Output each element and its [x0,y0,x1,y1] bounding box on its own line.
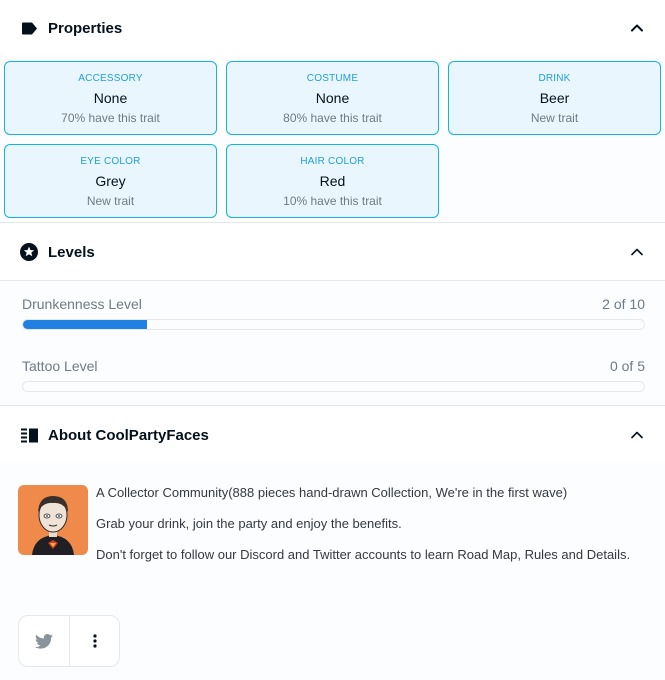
level-row-drunkenness: Drunkenness Level 2 of 10 [22,296,645,336]
property-card-costume[interactable]: COSTUME None 80% have this trait [226,61,439,135]
level-label: Drunkenness Level [22,296,142,312]
about-description: A Collector Community(888 pieces hand-dr… [96,483,636,576]
property-rarity: 70% have this trait [61,111,160,125]
levels-panel: Drunkenness Level 2 of 10 Tattoo Level 0… [0,281,665,406]
levels-title: Levels [48,243,95,261]
about-title: About CoolPartyFaces [48,426,209,444]
chevron-up-icon[interactable] [629,427,645,443]
property-value: Beer [539,90,570,106]
twitter-button[interactable] [19,616,69,666]
property-value: Grey [95,173,126,189]
property-card-hair-color[interactable]: HAIR COLOR Red 10% have this trait [226,144,439,218]
property-type: COSTUME [306,73,359,84]
more-button[interactable] [69,616,119,666]
twitter-icon [35,633,53,649]
level-value: 0 of 5 [609,358,645,374]
property-type: HAIR COLOR [300,156,365,167]
about-header[interactable]: About CoolPartyFaces [0,407,665,464]
property-rarity: New trait [86,194,135,208]
property-card-accessory[interactable]: ACCESSORY None 70% have this trait [4,61,217,135]
more-vertical-icon [92,634,97,648]
about-paragraph: Grab your drink, join the party and enjo… [96,516,402,531]
level-label: Tattoo Level [22,358,98,374]
level-progress-track [22,381,645,392]
chevron-up-icon[interactable] [629,244,645,260]
social-links [18,615,120,667]
levels-header[interactable]: Levels [0,224,665,281]
property-rarity: 10% have this trait [283,194,382,208]
property-card-drink[interactable]: DRINK Beer New trait [448,61,661,135]
star-icon [20,243,38,261]
property-value: None [315,90,350,106]
property-rarity: 80% have this trait [283,111,382,125]
property-type: EYE COLOR [80,156,141,167]
properties-header[interactable]: Properties [0,0,665,57]
level-row-tattoo: Tattoo Level 0 of 5 [22,358,645,398]
collection-avatar [18,485,88,555]
chevron-up-icon[interactable] [629,20,645,36]
property-type: DRINK [538,73,571,84]
property-card-eye-color[interactable]: EYE COLOR Grey New trait [4,144,217,218]
about-paragraph: Don't forget to follow our Discord and T… [96,547,631,562]
property-value: None [93,90,128,106]
about-paragraph: A Collector Community(888 pieces hand-dr… [96,485,568,500]
level-value: 2 of 10 [602,296,645,312]
properties-panel: ACCESSORY None 70% have this trait COSTU… [0,56,665,223]
property-type: ACCESSORY [78,73,143,84]
properties-title: Properties [48,19,123,37]
level-progress-fill [23,320,148,329]
about-panel: A Collector Community(888 pieces hand-dr… [0,463,665,680]
level-progress-track [22,319,645,330]
property-value: Red [319,173,346,189]
tag-icon [20,19,38,37]
list-detail-icon [20,426,38,444]
property-rarity: New trait [530,111,579,125]
